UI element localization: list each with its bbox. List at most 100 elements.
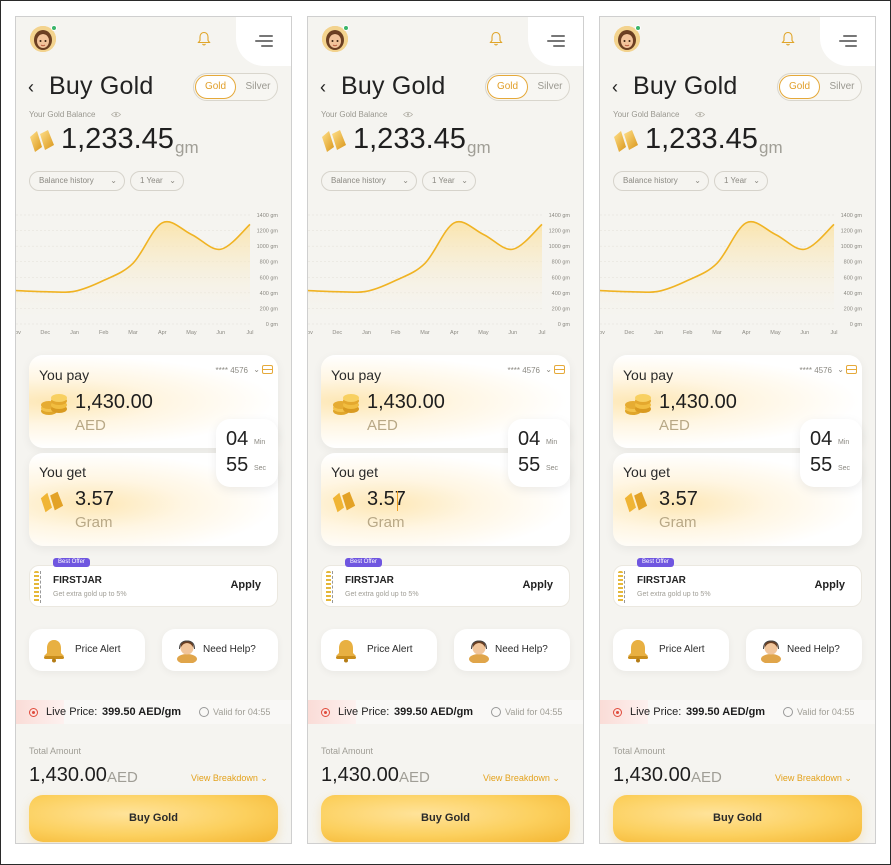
live-price-value: 399.50 AED/gm (686, 706, 766, 718)
eye-icon[interactable] (695, 111, 705, 118)
price-alert-button[interactable]: Price Alert (29, 629, 145, 671)
buy-gold-button[interactable]: Buy Gold (29, 795, 278, 842)
metal-toggle[interactable]: Gold Silver (193, 73, 278, 101)
balance-label: Your Gold Balance (613, 110, 680, 119)
bell-icon[interactable] (489, 31, 503, 47)
gold-bars-icon (30, 130, 54, 152)
balance-history-dropdown[interactable]: Balance history ⌄ (613, 171, 709, 191)
coupon-divider (332, 571, 333, 603)
x-tick-label: Dec (40, 330, 50, 336)
view-breakdown-label: View Breakdown (775, 773, 842, 783)
apply-button[interactable]: Apply (230, 579, 261, 591)
pay-amount[interactable]: 1,430.00 (75, 391, 153, 414)
period-dropdown[interactable]: 1 Year ⌄ (422, 171, 476, 191)
y-tick-label: 1200 gm (841, 229, 863, 235)
gold-tab[interactable]: Gold (195, 75, 236, 99)
buy-gold-button[interactable]: Buy Gold (613, 795, 862, 842)
silver-tab[interactable]: Silver (238, 75, 278, 99)
balance-history-dropdown[interactable]: Balance history ⌄ (29, 171, 125, 191)
card-number[interactable]: **** 4576 (800, 366, 832, 375)
get-amount[interactable]: 3.57 (367, 488, 406, 511)
price-alert-button[interactable]: Price Alert (321, 629, 437, 671)
gold-tab[interactable]: Gold (487, 75, 528, 99)
y-tick-label: 1400 gm (257, 213, 279, 219)
apply-button[interactable]: Apply (814, 579, 845, 591)
gold-bars-icon (332, 491, 356, 513)
y-tick-label: 600 gm (260, 275, 279, 281)
price-alert-button[interactable]: Price Alert (613, 629, 729, 671)
silver-tab[interactable]: Silver (822, 75, 862, 99)
need-help-button[interactable]: Need Help? (454, 629, 570, 671)
you-pay-label: You pay (39, 367, 90, 383)
menu-icon[interactable] (255, 33, 273, 47)
x-tick-label: Jul (830, 330, 837, 336)
back-chevron-icon[interactable]: ‹ (320, 77, 326, 98)
back-chevron-icon[interactable]: ‹ (612, 77, 618, 98)
timer-seconds-label: Sec (546, 465, 559, 472)
menu-icon[interactable] (839, 33, 857, 47)
y-tick-label: 0 gm (266, 322, 279, 328)
chevron-down-icon[interactable]: ⌄ (545, 365, 552, 374)
need-help-label: Need Help? (787, 644, 840, 655)
bell-icon[interactable] (197, 31, 211, 47)
credit-card-icon[interactable] (554, 365, 565, 374)
price-alert-label: Price Alert (659, 644, 705, 655)
y-tick-label: 1000 gm (257, 244, 279, 250)
menu-icon[interactable] (547, 33, 565, 47)
offer-coupon[interactable]: FIRSTJAR Get extra gold up to 5% Apply (29, 565, 278, 607)
you-get-label: You get (331, 464, 378, 480)
card-number[interactable]: **** 4576 (508, 366, 540, 375)
balance-unit: gm (175, 138, 199, 157)
coupon-code: FIRSTJAR (345, 575, 394, 586)
timer-minutes-label: Min (546, 439, 558, 446)
x-tick-label: Mar (128, 330, 138, 336)
x-tick-label: Jan (362, 330, 371, 336)
get-amount[interactable]: 3.57 (75, 488, 114, 511)
menu-corner (528, 17, 583, 66)
live-price-bar: Live Price: 399.50 AED/gm Valid for 04:5… (600, 700, 875, 724)
metal-toggle[interactable]: Gold Silver (485, 73, 570, 101)
x-tick-label: Nov (16, 330, 21, 336)
balance-value: 1,233.45 (61, 123, 174, 155)
live-price-bar: Live Price: 399.50 AED/gm Valid for 04:5… (308, 700, 583, 724)
get-amount[interactable]: 3.57 (659, 488, 698, 511)
chevron-down-icon[interactable]: ⌄ (253, 365, 260, 374)
view-breakdown-link[interactable]: View Breakdown ⌄ (775, 773, 852, 784)
gold-bars-icon (624, 491, 648, 513)
timer-minutes: 04 (810, 428, 833, 450)
x-tick-label: Feb (683, 330, 692, 336)
best-offer-badge: Best Offer (53, 558, 90, 567)
need-help-button[interactable]: Need Help? (746, 629, 862, 671)
credit-card-icon[interactable] (846, 365, 857, 374)
back-chevron-icon[interactable]: ‹ (28, 77, 34, 98)
offer-coupon[interactable]: FIRSTJAR Get extra gold up to 5% Apply (613, 565, 862, 607)
credit-card-icon[interactable] (262, 365, 273, 374)
period-dropdown[interactable]: 1 Year ⌄ (714, 171, 768, 191)
quote-timer: 04 Min 55 Sec (216, 419, 278, 487)
balance-history-dropdown[interactable]: Balance history ⌄ (321, 171, 417, 191)
price-validity: Valid for 04:55 (797, 707, 855, 717)
x-tick-label: May (770, 330, 781, 336)
eye-icon[interactable] (111, 111, 121, 118)
pay-amount[interactable]: 1,430.00 (367, 391, 445, 414)
chevron-down-icon[interactable]: ⌄ (837, 365, 844, 374)
pay-amount[interactable]: 1,430.00 (659, 391, 737, 414)
period-dropdown[interactable]: 1 Year ⌄ (130, 171, 184, 191)
metal-toggle[interactable]: Gold Silver (777, 73, 862, 101)
need-help-button[interactable]: Need Help? (162, 629, 278, 671)
bell-icon[interactable] (781, 31, 795, 47)
buy-gold-button[interactable]: Buy Gold (321, 795, 570, 842)
eye-icon[interactable] (403, 111, 413, 118)
price-alert-label: Price Alert (75, 644, 121, 655)
silver-tab[interactable]: Silver (530, 75, 570, 99)
x-tick-label: Jul (538, 330, 545, 336)
view-breakdown-link[interactable]: View Breakdown ⌄ (483, 773, 560, 784)
apply-button[interactable]: Apply (522, 579, 553, 591)
x-tick-label: Jun (508, 330, 517, 336)
offer-coupon[interactable]: FIRSTJAR Get extra gold up to 5% Apply (321, 565, 570, 607)
card-number[interactable]: **** 4576 (216, 366, 248, 375)
you-pay-label: You pay (623, 367, 674, 383)
gold-tab[interactable]: Gold (779, 75, 820, 99)
balance-chart: 1400 gm 1200 gm 1000 gm 800 gm 600 gm 400 gm 2… (600, 213, 863, 336)
view-breakdown-link[interactable]: View Breakdown ⌄ (191, 773, 268, 784)
